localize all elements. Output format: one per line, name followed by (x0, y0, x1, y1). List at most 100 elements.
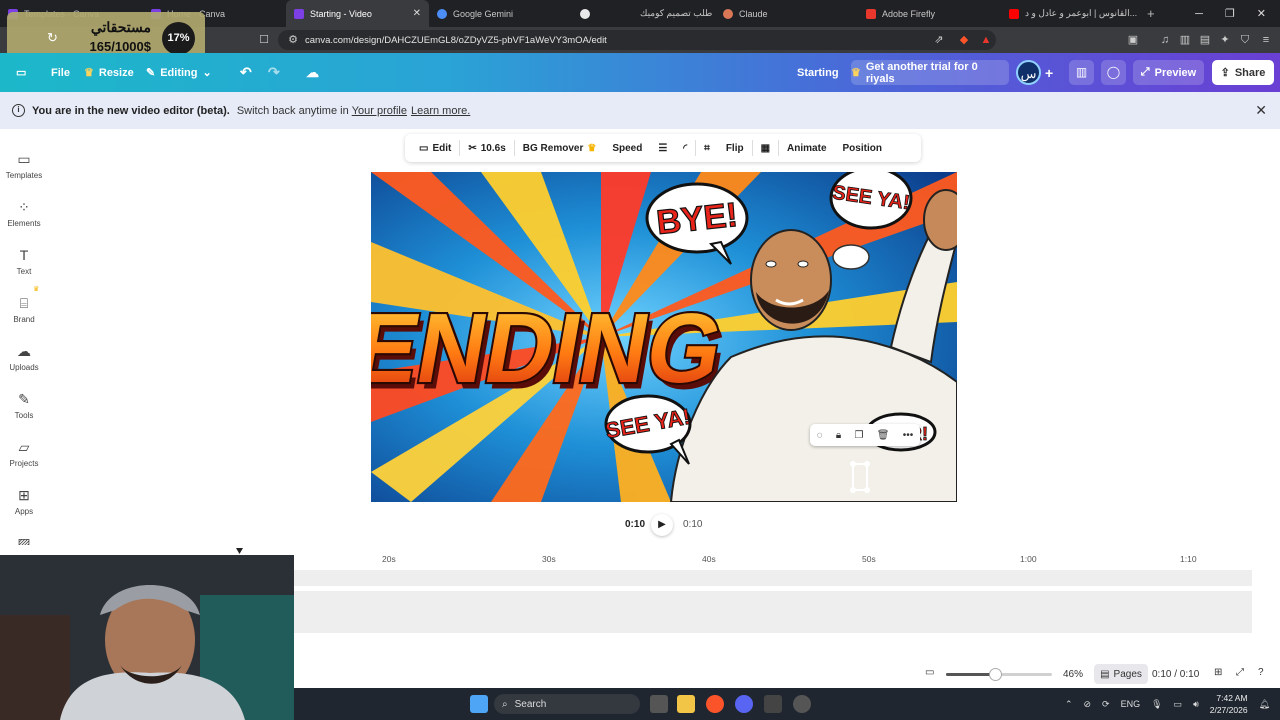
zoom-slider-handle[interactable] (989, 668, 1002, 681)
transparency-button[interactable]: ▦ (753, 134, 778, 162)
corner-rounding-button[interactable]: ◜ (675, 134, 695, 162)
notes-icon[interactable]: ▭ (925, 667, 934, 678)
undo-icon[interactable]: ↶ (240, 62, 252, 83)
obs-icon[interactable] (793, 695, 811, 713)
microphone-icon[interactable]: 🎙︎ (1151, 699, 1162, 710)
claude-favicon-icon (723, 8, 733, 19)
design-canvas[interactable]: ENDING ENDING BYE! SEE YA! SEE YA! (371, 172, 957, 502)
your-profile-link[interactable]: Your profile (352, 105, 407, 117)
get-trial-button[interactable]: ♛ Get another trial for 0 riyals (851, 60, 1009, 85)
crop-button[interactable]: ⌗ (696, 134, 718, 162)
comments-icon[interactable]: ◯ (1101, 60, 1126, 85)
flip-button[interactable]: Flip (718, 134, 752, 162)
task-view-icon[interactable] (650, 695, 668, 713)
network-off-icon[interactable]: ⊘ (1084, 699, 1092, 710)
zoom-slider-fill (946, 673, 995, 676)
sidebar-item-uploads[interactable]: ☁ Uploads (0, 333, 48, 377)
sidebar-item-tools[interactable]: ✎ Tools (0, 381, 48, 425)
sidebar-item-text[interactable]: T Text (0, 237, 48, 281)
resize-button[interactable]: ♛ Resize (84, 62, 134, 83)
ai-icon[interactable]: ✦ (1216, 31, 1234, 49)
share-link-icon[interactable]: ⇗ (930, 31, 948, 49)
wallet-icon[interactable]: ▤ (1196, 31, 1214, 49)
minimize-icon[interactable]: ─ (1195, 8, 1203, 20)
taskbar-search[interactable]: ⌕ Search (494, 694, 640, 714)
system-clock[interactable]: 7:42 AM 2/27/2026 (1210, 692, 1248, 716)
speed-button[interactable]: Speed (604, 134, 650, 162)
browser-tab-comic-request[interactable]: طلب تصميم كوميك (572, 0, 715, 27)
language-indicator[interactable]: ENG (1121, 699, 1141, 709)
file-explorer-icon[interactable] (677, 695, 695, 713)
brave-rewards-icon[interactable]: ▲ (977, 31, 995, 49)
analytics-icon[interactable]: ▥ (1069, 60, 1094, 85)
tray-overflow-icon[interactable]: ⌃ (1065, 699, 1073, 710)
lock-icon[interactable]: 🔒︎ (836, 430, 841, 441)
capcut-icon[interactable] (764, 695, 782, 713)
volume-icon[interactable]: 🔊︎ (1193, 699, 1199, 710)
fullscreen-icon[interactable]: ⤢ (1236, 667, 1244, 678)
brave-shield-icon[interactable]: ◆ (955, 31, 973, 49)
reload-icon[interactable]: ↻ (47, 30, 58, 46)
new-tab-button[interactable]: + (1147, 6, 1155, 21)
zoom-value[interactable]: 46% (1063, 669, 1083, 680)
bookmark-icon[interactable]: ☐ (255, 31, 273, 49)
close-banner-icon[interactable]: ✕ (1255, 102, 1267, 119)
url-field[interactable]: canva.com/design/DAHCZUEmGL8/oZDyVZ5-pbV… (278, 30, 996, 50)
pages-button[interactable]: ▤ Pages (1094, 664, 1148, 684)
sidebar-item-templates[interactable]: ▭ Templates (0, 141, 48, 185)
bg-remover-button[interactable]: BG Remover ♛ (515, 134, 605, 162)
brave-browser-icon[interactable] (706, 695, 724, 713)
menu-icon[interactable]: ≡ (1257, 31, 1275, 49)
browser-tab-starting-video[interactable]: Starting - Video ✕ (286, 0, 429, 27)
add-collaborator-icon[interactable]: + (1045, 62, 1053, 83)
notifications-icon[interactable]: 🔔︎ (1259, 699, 1270, 710)
windows-start-icon[interactable] (470, 695, 488, 713)
display-icon[interactable]: ▭ (1174, 699, 1183, 710)
close-tab-icon[interactable]: ✕ (413, 8, 421, 19)
vpn-icon[interactable]: ⛉ (1236, 31, 1254, 49)
site-info-icon[interactable]: ⚙ (284, 31, 302, 49)
sidebar-item-brand[interactable]: ⌸ Brand ♛ (0, 285, 48, 329)
reading-mode-icon[interactable]: ▥ (1176, 31, 1194, 49)
maximize-icon[interactable]: ❐ (1225, 7, 1235, 20)
trim-button[interactable]: ✂ 10.6s (460, 134, 513, 162)
play-button[interactable]: ▶ (651, 514, 673, 536)
timeline-track-video[interactable] (294, 591, 1252, 633)
border-style-button[interactable]: ☰ (650, 134, 675, 162)
browser-tab-firefly[interactable]: Adobe Firefly (858, 0, 1001, 27)
close-window-icon[interactable]: ✕ (1257, 7, 1266, 20)
share-button[interactable]: ⇪ Share (1212, 60, 1274, 85)
sidebar-item-apps[interactable]: ⊞ Apps (0, 477, 48, 521)
sidebar-item-elements[interactable]: ⁘ Elements (0, 189, 48, 233)
editing-mode-button[interactable]: ✎ Editing ⌄ (146, 62, 212, 83)
position-button[interactable]: Position (835, 134, 890, 162)
zoom-slider[interactable] (946, 668, 1052, 681)
sidebar-toggle-icon[interactable]: ▣ (1124, 31, 1142, 49)
preview-button[interactable]: ⤢ Preview (1133, 60, 1204, 85)
duplicate-icon[interactable]: ❐ (855, 430, 864, 441)
playhead-marker[interactable] (236, 548, 243, 554)
design-title[interactable]: Starting (797, 62, 839, 83)
sidebar-item-projects[interactable]: ▱ Projects (0, 429, 48, 473)
help-icon[interactable]: ? (1258, 667, 1264, 678)
browser-tab-claude[interactable]: Claude (715, 0, 858, 27)
animate-button[interactable]: Animate (779, 134, 834, 162)
timeline-track-top[interactable] (294, 570, 1252, 586)
user-avatar[interactable]: س (1016, 60, 1041, 85)
delete-icon[interactable]: 🗑︎ (877, 430, 890, 441)
headline-text: ENDING (371, 293, 731, 404)
toggle-panel-icon[interactable]: ▭ (16, 62, 26, 83)
discord-icon[interactable] (735, 695, 753, 713)
learn-more-link[interactable]: Learn more. (411, 105, 470, 117)
edit-video-button[interactable]: ▭ Edit (411, 134, 459, 162)
more-options-icon[interactable]: ••• (903, 430, 914, 441)
file-menu-button[interactable]: File (51, 62, 70, 83)
browser-tab-youtube[interactable]: القانوس | ابوعمر و عادل و د... (1001, 0, 1141, 27)
browser-tab-gemini[interactable]: Google Gemini (429, 0, 572, 27)
redo-icon[interactable]: ↷ (268, 62, 280, 83)
grid-view-icon[interactable]: ⊞ (1214, 667, 1222, 678)
sync-icon[interactable]: ⟳ (1102, 699, 1110, 710)
cloud-saved-icon[interactable]: ☁ (306, 62, 319, 83)
media-icon[interactable]: ♫ (1156, 31, 1174, 49)
comment-icon[interactable]: ◌ (817, 430, 823, 441)
